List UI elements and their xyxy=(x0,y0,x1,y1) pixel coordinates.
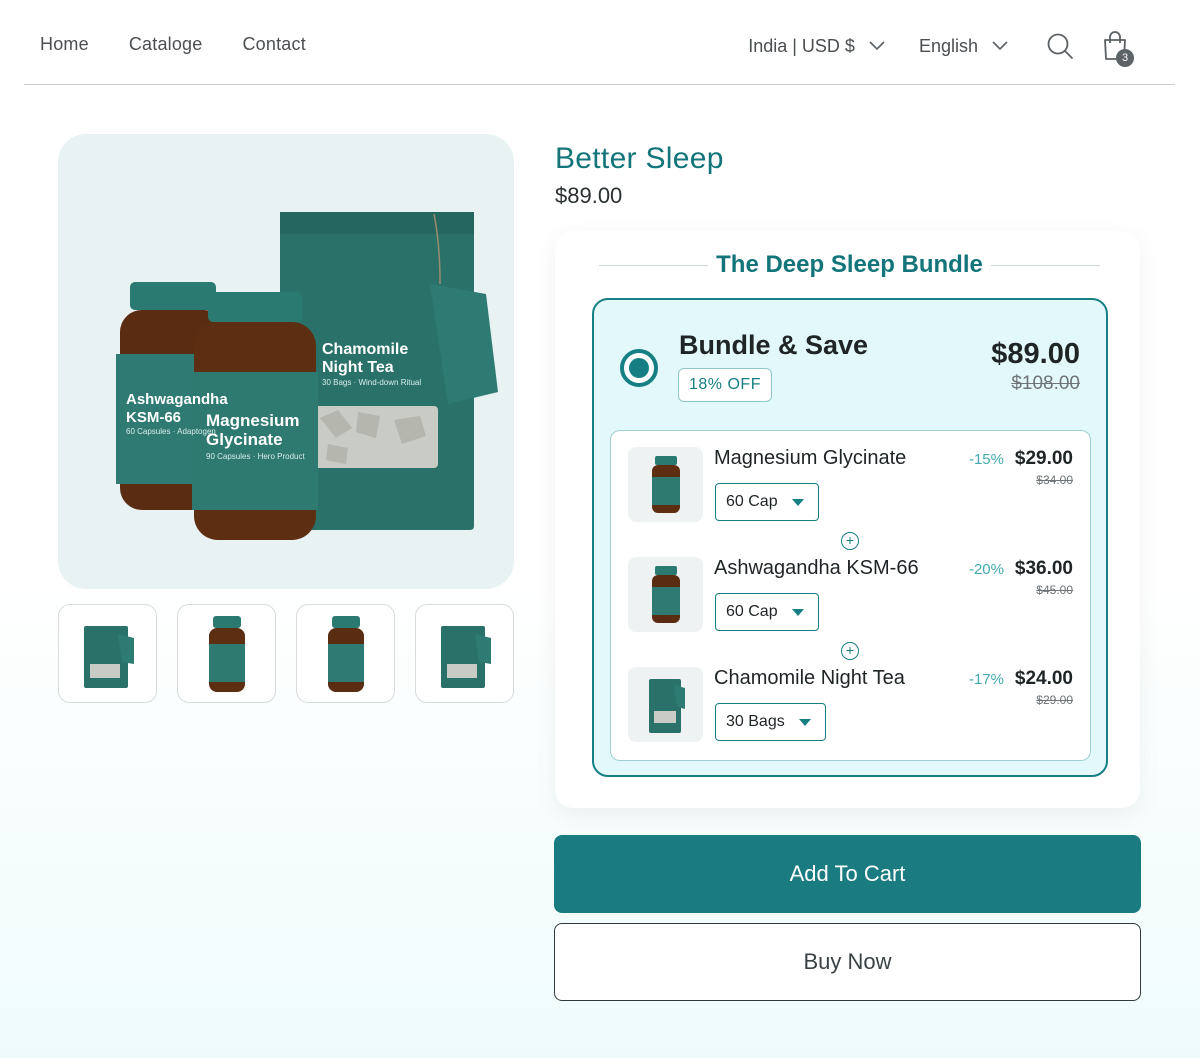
item-name: Magnesium Glycinate xyxy=(714,447,907,469)
bottle-icon xyxy=(651,455,680,513)
header-actions: India | USD $ English 3 xyxy=(748,30,1134,67)
bundle-heading: The Deep Sleep Bundle xyxy=(555,251,1140,279)
pouch-icon xyxy=(440,625,491,688)
region-selector[interactable]: India | USD $ xyxy=(748,36,885,57)
chevron-down-icon xyxy=(992,41,1008,51)
bundle-item: Chamomile Night Tea 30 Bags -17% $24.00 … xyxy=(611,651,1090,761)
thumbnail-chamomile-pouch-alt[interactable] xyxy=(415,604,514,703)
radio-dot-icon xyxy=(629,358,649,378)
ashwagandha-label-line1: Ashwagandha xyxy=(126,391,228,408)
item-price: $29.00 xyxy=(1014,448,1073,469)
bottle-icon xyxy=(208,615,245,692)
main-nav: Home Cataloge Contact xyxy=(40,34,306,55)
language-label: English xyxy=(918,35,978,56)
pouch-icon xyxy=(83,625,134,688)
caret-down-icon xyxy=(791,608,804,616)
item-discount: -20% xyxy=(968,561,1004,578)
chamomile-label-line1: Chamomile xyxy=(322,341,408,358)
header-divider xyxy=(24,84,1175,85)
product-price: $89.00 xyxy=(555,183,623,208)
caret-down-icon xyxy=(798,718,811,726)
search-icon[interactable] xyxy=(1046,32,1074,60)
magnesium-label-line2: Glycinate xyxy=(206,430,283,449)
variant-select[interactable]: 60 Cap xyxy=(715,483,819,521)
bundle-heading-text: The Deep Sleep Bundle xyxy=(716,251,983,278)
site-header: Home Cataloge Contact India | USD $ Engl… xyxy=(0,0,1200,86)
item-name: Chamomile Night Tea xyxy=(714,667,905,689)
nav-catalogue-link[interactable]: Cataloge xyxy=(129,34,203,55)
chevron-down-icon xyxy=(869,41,885,51)
item-price: $36.00 xyxy=(1014,558,1073,579)
caret-down-icon xyxy=(791,498,804,506)
chamomile-label-line2: Night Tea xyxy=(322,359,394,376)
language-selector[interactable]: English xyxy=(919,36,1008,57)
heading-rule-right xyxy=(990,264,1100,266)
bundle-item: Magnesium Glycinate 60 Cap -15% $29.00 $… xyxy=(611,431,1090,541)
chamomile-label-sub: 30 Bags · Wind-down Ritual xyxy=(322,378,421,387)
bundle-offer-option[interactable]: Bundle & Save 18% OFF $89.00 $108.00 Mag… xyxy=(592,298,1108,777)
thumbnail-chamomile-pouch[interactable] xyxy=(58,604,157,703)
offer-price: $89.00 xyxy=(991,338,1080,370)
item-thumbnail xyxy=(628,557,703,632)
variant-value: 60 Cap xyxy=(726,493,778,510)
bundle-items-list: Magnesium Glycinate 60 Cap -15% $29.00 $… xyxy=(610,430,1091,761)
discount-badge: 18% OFF xyxy=(678,368,772,402)
thumbnail-strip xyxy=(58,604,514,703)
item-discount: -17% xyxy=(968,671,1004,688)
buy-now-button[interactable]: Buy Now xyxy=(554,923,1141,1001)
variant-value: 30 Bags xyxy=(726,713,785,730)
cart-button[interactable]: 3 xyxy=(1102,31,1134,67)
thumbnail-ashwagandha-bottle[interactable] xyxy=(296,604,395,703)
thumbnail-magnesium-bottle[interactable] xyxy=(177,604,276,703)
plus-icon: + xyxy=(841,642,859,660)
offer-title: Bundle & Save xyxy=(679,330,869,360)
magnesium-label-sub: 90 Capsules · Hero Product xyxy=(206,452,305,461)
ashwagandha-label-sub: 60 Capsules · Adaptogen xyxy=(126,427,216,436)
item-discount: -15% xyxy=(968,451,1004,468)
variant-value: 60 Cap xyxy=(726,603,778,620)
bundle-card: The Deep Sleep Bundle Bundle & Save 18% … xyxy=(555,231,1140,808)
pouch-icon xyxy=(648,678,685,733)
plus-icon: + xyxy=(841,532,859,550)
offer-compare-price: $108.00 xyxy=(1011,373,1080,394)
region-label: India | USD $ xyxy=(748,35,855,56)
product-title: Better Sleep xyxy=(555,142,724,175)
item-compare-price: $34.00 xyxy=(1036,473,1073,487)
variant-select[interactable]: 30 Bags xyxy=(715,703,826,741)
item-name: Ashwagandha KSM-66 xyxy=(714,557,919,579)
item-compare-price: $29.00 xyxy=(1036,693,1073,707)
variant-select[interactable]: 60 Cap xyxy=(715,593,819,631)
product-main-image: Ashwagandha KSM-66 60 Capsules · Adaptog… xyxy=(58,134,514,589)
offer-radio-selected[interactable] xyxy=(620,349,658,387)
add-to-cart-button[interactable]: Add To Cart xyxy=(554,835,1141,913)
item-compare-price: $45.00 xyxy=(1036,583,1073,597)
bundle-item: Ashwagandha KSM-66 60 Cap -20% $36.00 $4… xyxy=(611,541,1090,651)
item-price: $24.00 xyxy=(1014,668,1073,689)
nav-home-link[interactable]: Home xyxy=(40,34,89,55)
heading-rule-left xyxy=(599,264,709,266)
ashwagandha-label-line2: KSM-66 xyxy=(126,409,181,426)
item-thumbnail xyxy=(628,667,703,742)
magnesium-label-line1: Magnesium xyxy=(206,411,300,430)
bottle-icon xyxy=(327,615,364,692)
item-thumbnail xyxy=(628,447,703,522)
nav-contact-link[interactable]: Contact xyxy=(242,34,305,55)
bottle-icon xyxy=(651,565,680,623)
cart-count-badge: 3 xyxy=(1116,49,1134,67)
